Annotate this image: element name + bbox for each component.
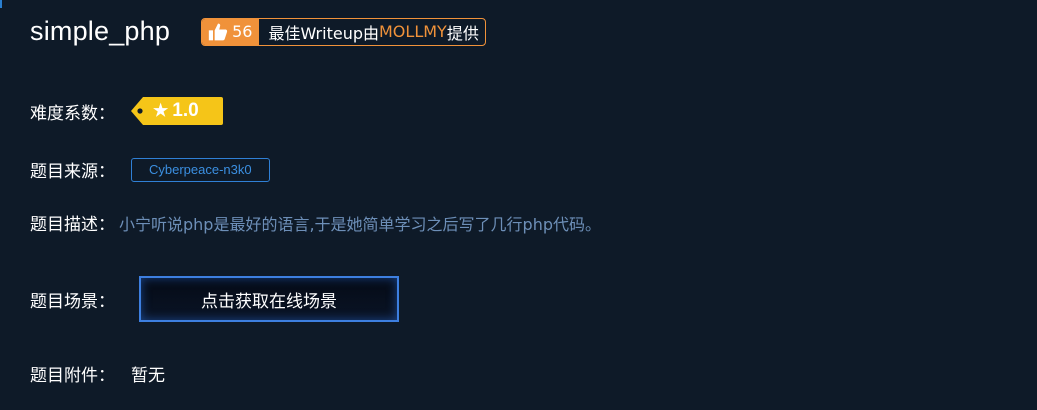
writeup-badge[interactable]: 56 最佳Writeup由 MOLLMY 提供 (201, 17, 486, 46)
like-count: 56 (232, 22, 253, 41)
description-row: 题目描述： 小宁听说php是最好的语言,于是她简单学习之后写了几行php代码。 (30, 210, 601, 236)
difficulty-value-wrap: ★ 1.0 (153, 100, 199, 122)
best-writeup-link[interactable]: 最佳Writeup由 MOLLMY 提供 (259, 19, 484, 45)
challenge-page: simple_php 56 最佳Writeup由 MOLLMY 提供 难度系数： ★ (0, 0, 1037, 410)
like-button[interactable]: 56 (202, 18, 260, 45)
title-row: simple_php 56 最佳Writeup由 MOLLMY 提供 (30, 16, 486, 47)
attachment-label: 题目附件： (30, 366, 115, 386)
star-icon: ★ (153, 101, 169, 120)
get-scene-button[interactable]: 点击获取在线场景 (139, 276, 399, 322)
source-row: 题目来源： Cyberpeace-n3k0 (30, 157, 270, 182)
source-tag[interactable]: Cyberpeace-n3k0 (131, 157, 270, 182)
left-accent-bar (0, 0, 2, 8)
writeup-author[interactable]: MOLLMY (379, 22, 447, 41)
attachment-row: 题目附件： 暂无 (30, 361, 165, 386)
source-label: 题目来源： (30, 162, 115, 182)
description-label: 题目描述： (30, 215, 115, 235)
scene-row: 题目场景： 点击获取在线场景 (30, 276, 399, 322)
writeup-suffix: 提供 (446, 23, 479, 43)
attachment-value: 暂无 (131, 366, 165, 386)
difficulty-value: 1.0 (172, 100, 199, 121)
thumbs-up-icon (208, 23, 228, 40)
description-text: 小宁听说php是最好的语言,于是她简单学习之后写了几行php代码。 (119, 214, 601, 234)
writeup-prefix: 最佳Writeup由 (268, 23, 379, 43)
difficulty-label: 难度系数： (30, 103, 115, 124)
challenge-title: simple_php (30, 16, 171, 46)
scene-label: 题目场景： (30, 291, 115, 312)
difficulty-row: 难度系数： ★ 1.0 (30, 95, 225, 127)
difficulty-tag: ★ 1.0 (129, 95, 225, 127)
